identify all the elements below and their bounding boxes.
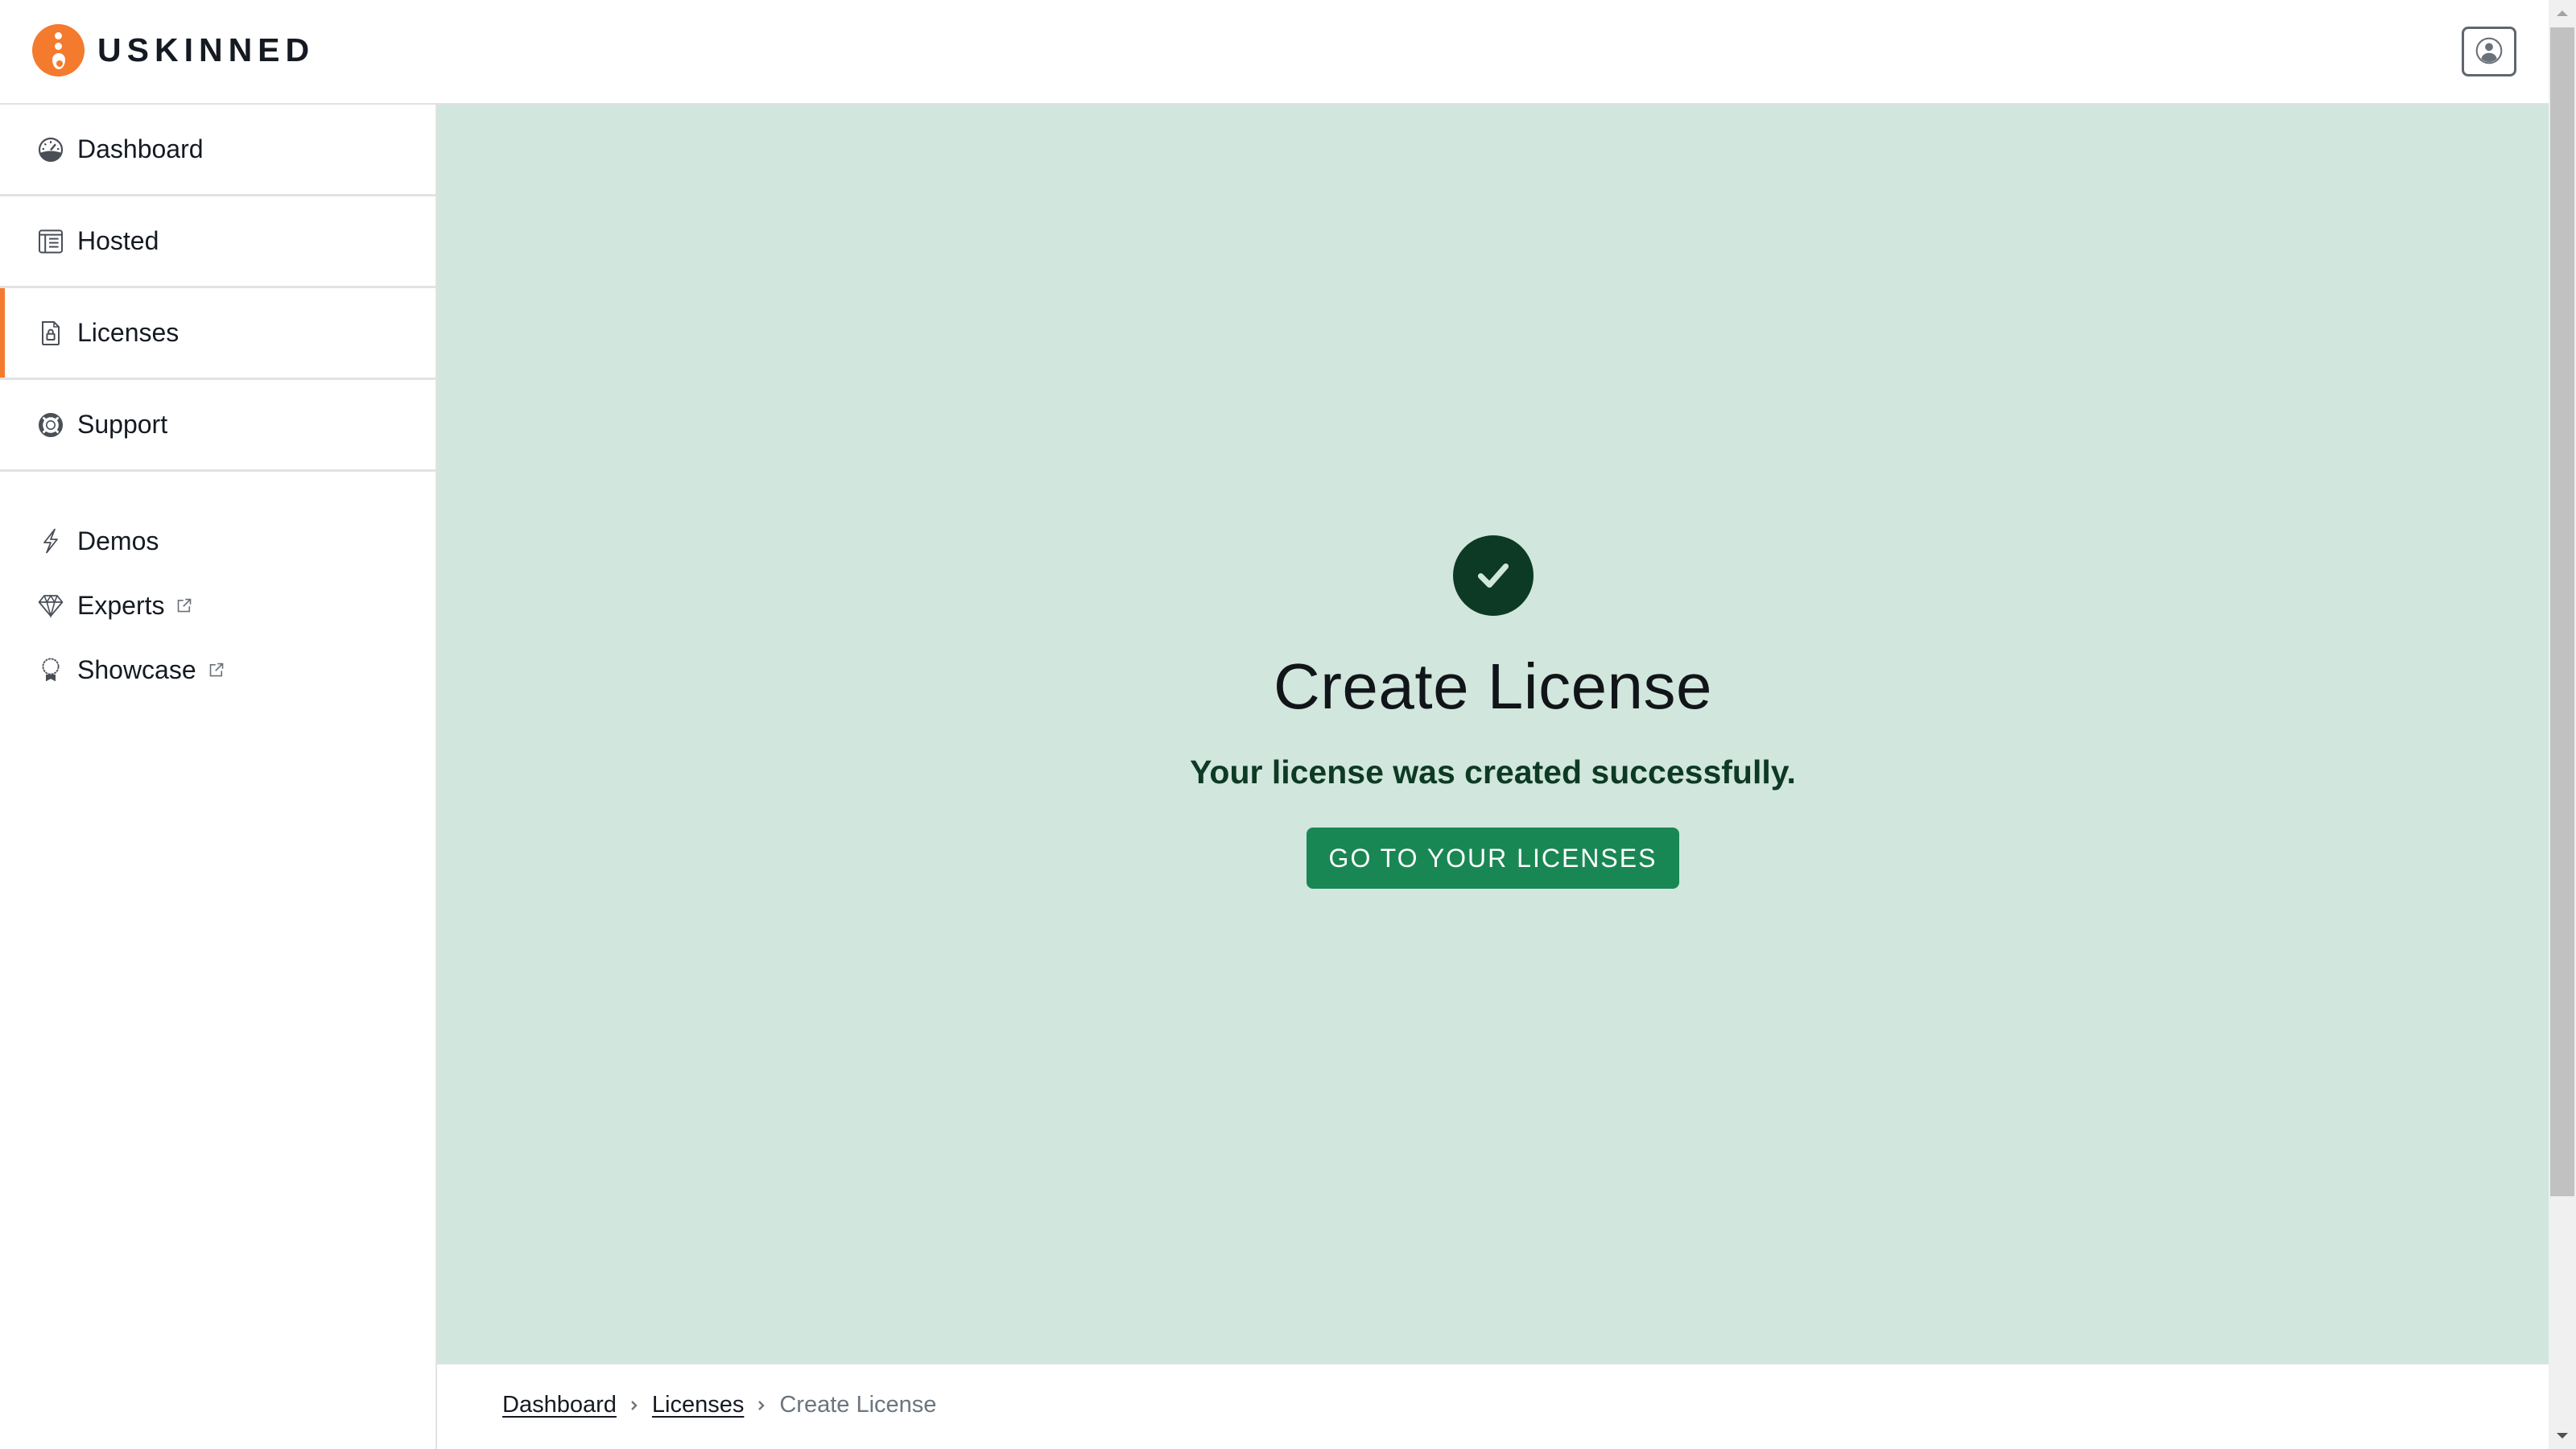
award-icon [37, 656, 64, 683]
check-circle-icon [1452, 535, 1534, 616]
vertical-scrollbar[interactable] [2549, 0, 2576, 1449]
scroll-up-arrow-icon[interactable] [2549, 0, 2576, 26]
breadcrumb-dashboard[interactable]: Dashboard [502, 1392, 617, 1418]
speedometer-icon [37, 136, 64, 163]
sidebar-item-label: Hosted [77, 226, 159, 255]
sidebar-item-dashboard[interactable]: Dashboard [0, 105, 436, 196]
sidebar-item-label: Demos [77, 526, 159, 555]
main-content: Create License Your license was created … [437, 105, 2549, 1363]
sidebar-item-demos[interactable]: Demos [0, 509, 436, 573]
user-menu-button[interactable] [2462, 27, 2516, 76]
scroll-down-arrow-icon[interactable] [2549, 1423, 2576, 1449]
sidebar-item-showcase[interactable]: Showcase [0, 638, 436, 702]
sidebar-item-label: Licenses [77, 318, 180, 347]
brand-name: USKINNED [97, 31, 316, 68]
sidebar-item-support[interactable]: Support [0, 380, 436, 472]
sidebar-item-hosted[interactable]: Hosted [0, 196, 436, 288]
sidebar-item-label: Support [77, 410, 168, 439]
sidebar-item-label: Experts [77, 590, 165, 620]
breadcrumb: Dashboard Licenses Create License [502, 1392, 936, 1418]
sidebar-item-experts[interactable]: Experts [0, 573, 436, 638]
lightning-icon [37, 527, 64, 555]
uskinned-logo-icon [32, 24, 85, 76]
footer: Dashboard Licenses Create License [437, 1363, 2549, 1449]
external-link-icon [175, 597, 193, 614]
chevron-right-icon [630, 1399, 639, 1412]
user-circle-icon [2475, 37, 2503, 67]
external-link-icon [208, 661, 225, 679]
sidebar-item-label: Showcase [77, 654, 196, 684]
chevron-right-icon [757, 1399, 766, 1412]
secondary-nav: Demos Experts Showcase [0, 472, 436, 702]
page-title: Create License [1273, 650, 1713, 722]
go-to-licenses-button[interactable]: GO TO YOUR LICENSES [1306, 828, 1680, 889]
brand-logo-link[interactable]: USKINNED [32, 24, 315, 76]
file-lock-icon [37, 320, 64, 347]
layout-sidebar-icon [37, 228, 64, 255]
gem-icon [37, 592, 64, 619]
sidebar-item-label: Dashboard [77, 134, 204, 163]
sidebar: Dashboard Hosted Licenses Support Demos … [0, 105, 437, 1449]
scrollbar-thumb[interactable] [2550, 27, 2574, 1196]
success-message: Your license was created successfully. [1190, 753, 1796, 791]
top-header: USKINNED [0, 0, 2549, 105]
sidebar-item-licenses[interactable]: Licenses [0, 288, 436, 380]
breadcrumb-current: Create License [779, 1392, 937, 1418]
breadcrumb-licenses[interactable]: Licenses [652, 1392, 744, 1418]
life-preserver-icon [37, 411, 64, 439]
success-panel: Create License Your license was created … [437, 535, 2549, 889]
